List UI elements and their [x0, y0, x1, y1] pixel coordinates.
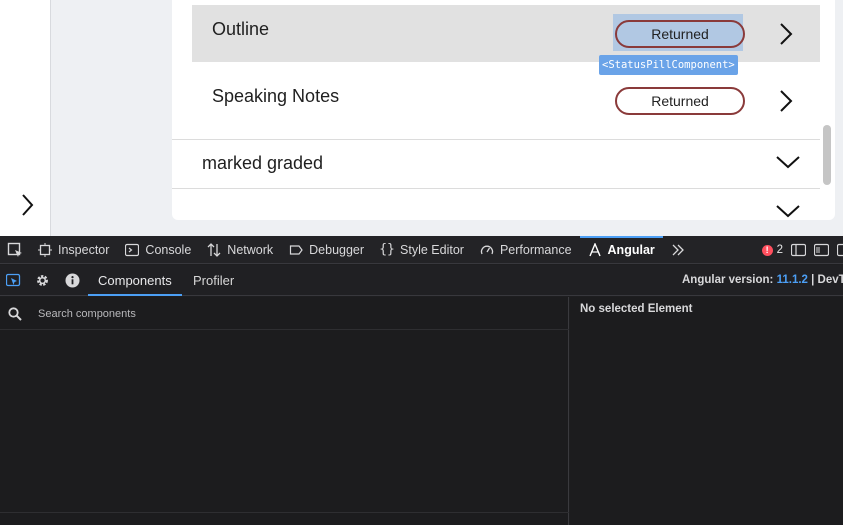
error-count-value: 2	[776, 244, 783, 256]
chevron-right-icon[interactable]	[17, 192, 37, 218]
divider	[0, 512, 569, 513]
responsive-design-icon[interactable]	[814, 243, 829, 257]
row-title: Speaking Notes	[212, 86, 340, 106]
assignment-card: Outline Returned <StatusPillComponent> S…	[172, 0, 835, 220]
search-input[interactable]	[38, 304, 558, 324]
console-icon	[125, 243, 140, 257]
tab-label: Inspector	[58, 242, 110, 257]
version-label: Angular version:	[682, 274, 774, 286]
section-title: marked graded	[202, 153, 324, 173]
angular-devtools-bar: Components Profiler Angular version: 11.…	[0, 265, 843, 296]
row-title: Outline	[212, 19, 270, 39]
performance-icon	[480, 243, 494, 257]
overflow-tabs-button[interactable]	[663, 236, 699, 264]
angular-icon	[588, 242, 602, 257]
devtools-toolbar: Inspector Console Network Debugger {} St…	[0, 235, 843, 264]
chevron-down-icon[interactable]	[775, 154, 801, 170]
error-icon: !	[761, 244, 773, 256]
section-collapsed[interactable]	[172, 188, 820, 220]
tab-console[interactable]: Console	[117, 236, 199, 264]
element-picker-button[interactable]	[0, 236, 30, 264]
chevron-right-icon[interactable]	[778, 22, 794, 46]
tab-label: Angular	[607, 242, 655, 257]
tab-components[interactable]: Components	[88, 265, 182, 296]
section-marked-graded[interactable]: marked graded	[172, 139, 820, 188]
tab-angular[interactable]: Angular	[579, 235, 664, 264]
gear-icon[interactable]	[35, 273, 50, 288]
tab-label: Style Editor	[400, 242, 464, 257]
tab-network[interactable]: Network	[199, 236, 281, 264]
network-icon	[207, 242, 221, 257]
no-selection-text: No selected Element	[580, 303, 693, 315]
tab-label: Performance	[499, 242, 572, 257]
info-icon[interactable]	[65, 273, 80, 288]
error-count[interactable]: ! 2	[761, 244, 783, 256]
tab-label: Console	[145, 242, 192, 257]
double-chevron-right-icon	[671, 243, 685, 257]
chevron-right-icon[interactable]	[778, 89, 794, 113]
list-item-outline[interactable]: Outline Returned	[192, 5, 820, 62]
component-search	[0, 297, 569, 330]
tab-label: Debugger	[309, 242, 365, 257]
inspect-component-icon[interactable]	[6, 273, 21, 288]
status-pill: Returned	[615, 20, 745, 48]
version-number: 11.1.2	[776, 274, 808, 286]
angular-version: Angular version: 11.1.2 | DevTo	[682, 274, 843, 286]
tab-style-editor[interactable]: {} Style Editor	[372, 236, 472, 264]
debugger-icon	[289, 243, 303, 257]
search-icon	[8, 307, 22, 321]
component-tree-pane	[0, 297, 569, 525]
dock-options-icon[interactable]	[837, 243, 843, 257]
scrollbar-thumb[interactable]	[823, 125, 831, 185]
list-item-speaking-notes[interactable]: Speaking Notes Returned	[192, 72, 820, 129]
tab-inspector[interactable]: Inspector	[30, 236, 117, 264]
inspector-icon	[38, 242, 52, 257]
style-editor-icon: {}	[379, 242, 395, 257]
chevron-down-icon[interactable]	[775, 203, 801, 219]
tab-performance[interactable]: Performance	[472, 236, 580, 264]
version-suffix: | DevTo	[811, 274, 843, 286]
page-viewport: Outline Returned <StatusPillComponent> S…	[0, 0, 843, 236]
element-picker-icon	[7, 242, 22, 257]
split-console-icon[interactable]	[791, 243, 806, 257]
tab-label: Network	[227, 242, 274, 257]
toolbar-right-controls: ! 2	[761, 236, 843, 264]
status-pill: Returned	[615, 87, 745, 115]
property-pane: No selected Element	[570, 297, 843, 525]
tab-debugger[interactable]: Debugger	[281, 236, 372, 264]
left-rail	[0, 0, 51, 236]
tab-profiler[interactable]: Profiler	[193, 265, 234, 296]
